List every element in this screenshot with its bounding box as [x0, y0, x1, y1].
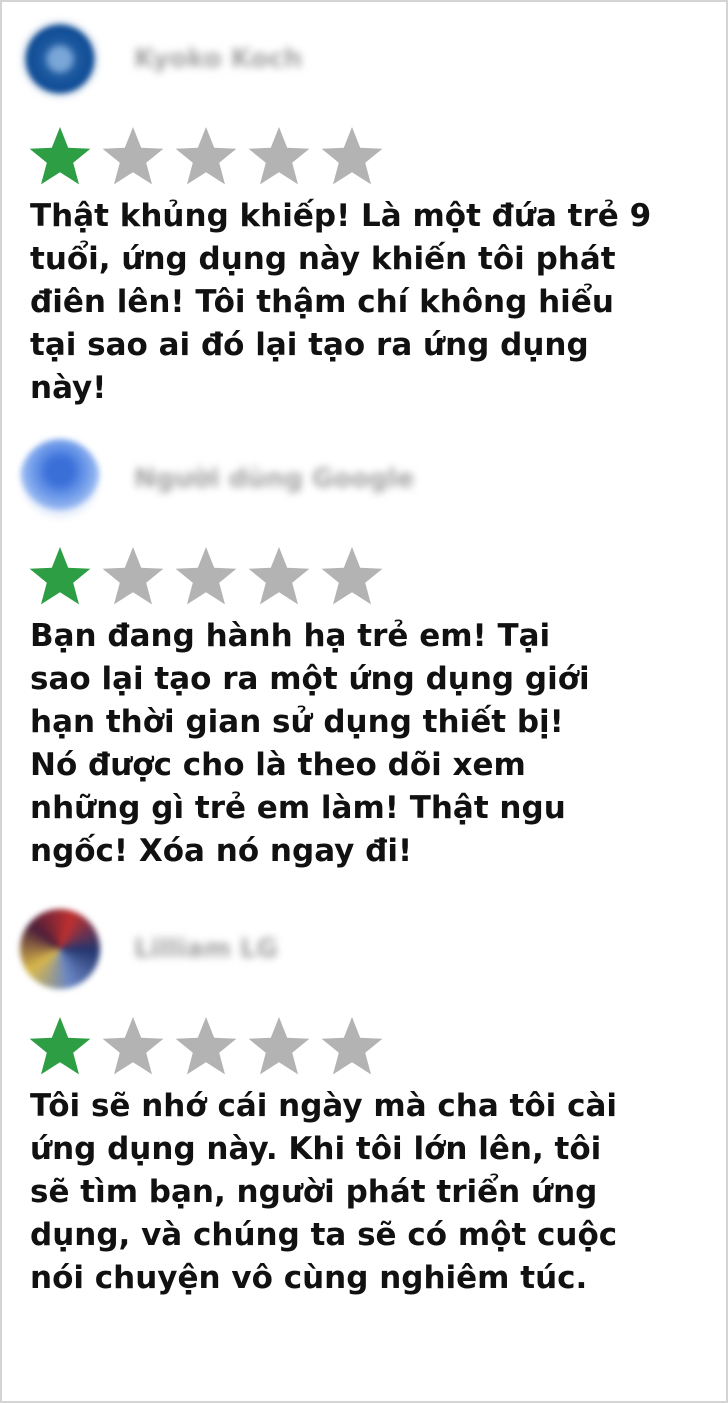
review-header: Lilliam LG — [20, 909, 710, 989]
star-empty-icon — [101, 1015, 165, 1079]
review-card: Người dùng Google Bạn đang hành hạ trẻ e… — [20, 439, 710, 873]
star-filled-icon — [28, 125, 92, 189]
star-rating — [28, 125, 710, 189]
star-filled-icon — [28, 1015, 92, 1079]
star-empty-icon — [101, 125, 165, 189]
avatar[interactable] — [20, 439, 100, 519]
star-empty-icon — [247, 545, 311, 609]
review-text: Bạn đang hành hạ trẻ em! Tại sao lại tạo… — [30, 618, 590, 869]
star-empty-icon — [320, 545, 384, 609]
review-header: Người dùng Google — [20, 439, 710, 519]
reviewer-name[interactable]: Lilliam LG — [134, 934, 278, 964]
reviews-panel: Kyoko Koch Thật khủng khiếp! Là một đứa … — [0, 0, 728, 1403]
reviewer-name[interactable]: Kyoko Koch — [134, 44, 302, 74]
star-rating — [28, 1015, 710, 1079]
star-empty-icon — [247, 1015, 311, 1079]
star-filled-icon — [28, 545, 92, 609]
star-rating — [28, 545, 710, 609]
star-empty-icon — [320, 125, 384, 189]
review-card: Kyoko Koch Thật khủng khiếp! Là một đứa … — [20, 19, 710, 410]
star-empty-icon — [174, 545, 238, 609]
avatar[interactable] — [20, 909, 100, 989]
star-empty-icon — [174, 1015, 238, 1079]
reviewer-name[interactable]: Người dùng Google — [134, 464, 414, 494]
review-header: Kyoko Koch — [20, 19, 710, 99]
star-empty-icon — [101, 545, 165, 609]
review-text: Thật khủng khiếp! Là một đứa trẻ 9 tuổi,… — [30, 198, 652, 406]
star-empty-icon — [174, 125, 238, 189]
star-empty-icon — [247, 125, 311, 189]
review-text: Tôi sẽ nhớ cái ngày mà cha tôi cài ứng d… — [30, 1088, 618, 1296]
avatar[interactable] — [20, 19, 100, 99]
review-card: Lilliam LG Tôi sẽ nhớ cái ngày mà cha tô… — [20, 909, 710, 1300]
star-empty-icon — [320, 1015, 384, 1079]
